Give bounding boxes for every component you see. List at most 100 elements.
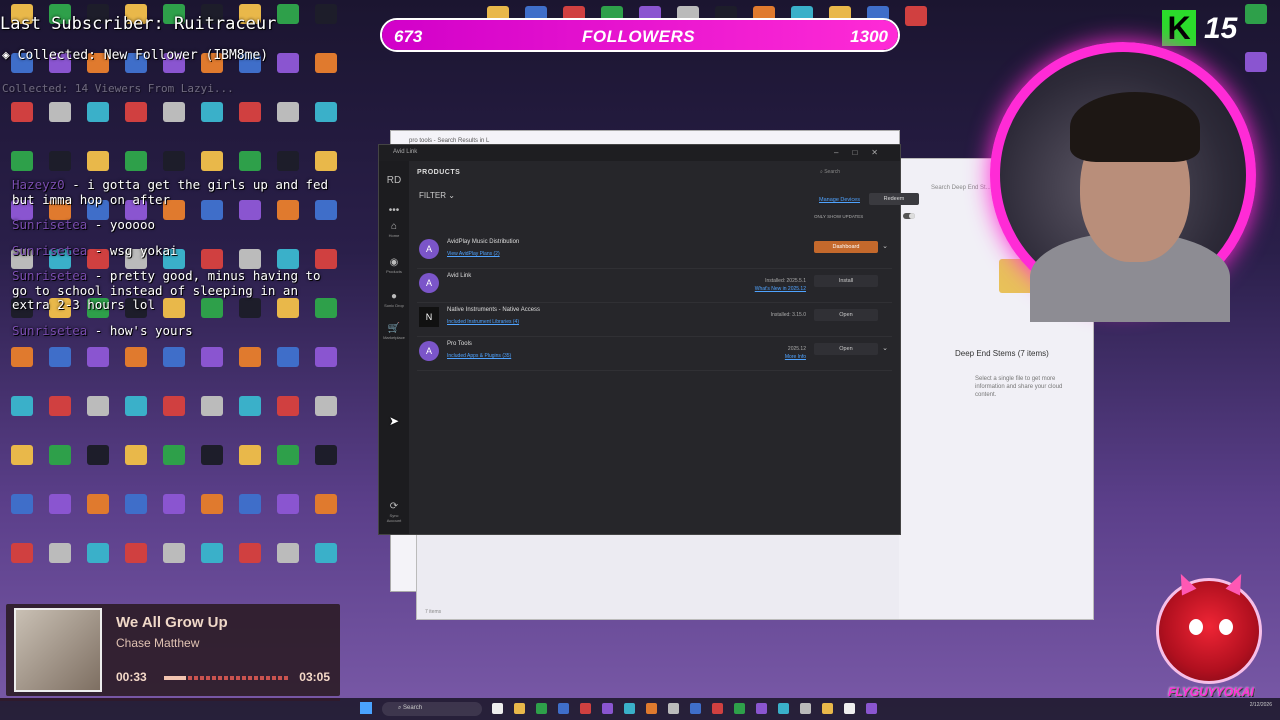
window-controls[interactable]: –□✕ — [834, 148, 892, 157]
rail-item-products[interactable]: ◉ Products — [383, 257, 405, 274]
desktop-shortcut-icon[interactable] — [80, 396, 116, 418]
desktop-shortcut-icon[interactable] — [270, 445, 306, 467]
taskbar-app-icon[interactable] — [866, 703, 877, 714]
taskbar-app-icon[interactable] — [778, 703, 789, 714]
desktop-shortcut-icon[interactable] — [80, 494, 116, 516]
desktop-shortcut-icon[interactable] — [118, 102, 154, 124]
taskbar-app-icon[interactable] — [558, 703, 569, 714]
desktop-shortcut-icon[interactable] — [270, 151, 306, 173]
desktop-shortcut-icon[interactable] — [156, 396, 192, 418]
desktop-shortcut-icon[interactable] — [308, 494, 344, 516]
product-action-button[interactable]: Install — [814, 275, 878, 287]
chevron-down-icon[interactable]: ⌄ — [880, 241, 890, 253]
taskbar-app-icon[interactable] — [712, 703, 723, 714]
filter-dropdown[interactable]: FILTER ⌄ — [419, 191, 455, 200]
desktop-shortcut-icon[interactable] — [4, 445, 40, 467]
desktop-shortcut-icon[interactable] — [156, 347, 192, 369]
desktop-shortcut-icon[interactable] — [194, 543, 230, 565]
taskbar-app-icon[interactable] — [844, 703, 855, 714]
desktop-shortcut-icon[interactable] — [118, 151, 154, 173]
product-link[interactable]: Included Apps & Plugins (35) — [447, 353, 511, 359]
desktop-shortcut-icon[interactable] — [4, 347, 40, 369]
desktop-shortcut-icon[interactable] — [270, 53, 306, 75]
desktop-shortcut-icon[interactable] — [42, 151, 78, 173]
product-info-link[interactable]: What's New in 2025.12 — [755, 286, 806, 292]
taskbar-app-icon[interactable] — [514, 703, 525, 714]
desktop-shortcut-icon[interactable] — [194, 445, 230, 467]
rail-item-cart[interactable]: 🛒 Marketplace — [383, 323, 405, 340]
desktop-shortcut-icon[interactable] — [232, 396, 268, 418]
taskbar-app-icon[interactable] — [800, 703, 811, 714]
taskbar-app-icon[interactable] — [646, 703, 657, 714]
desktop-shortcut-icon[interactable] — [232, 445, 268, 467]
desktop-shortcut-icon[interactable] — [4, 102, 40, 124]
desktop-shortcut-icon[interactable] — [42, 396, 78, 418]
desktop-shortcut-icon[interactable] — [194, 396, 230, 418]
chevron-down-icon[interactable]: ⌄ — [880, 343, 890, 355]
rail-item-sync[interactable]: ⟳ Sync Account — [383, 501, 405, 523]
rail-item-more[interactable]: ••• — [383, 205, 405, 217]
product-action-button[interactable]: Open — [814, 309, 878, 321]
taskbar-app-icon[interactable] — [822, 703, 833, 714]
desktop-shortcut-icon[interactable] — [80, 102, 116, 124]
taskbar-app-icon[interactable] — [756, 703, 767, 714]
desktop-shortcut-icon[interactable] — [42, 102, 78, 124]
desktop-shortcut-icon[interactable] — [80, 445, 116, 467]
taskbar-app-icon[interactable] — [624, 703, 635, 714]
product-action-button[interactable]: Open — [814, 343, 878, 355]
rail-item-sonic-drop[interactable]: ● Sonic Drop — [383, 291, 405, 308]
desktop-shortcut-icon[interactable] — [194, 102, 230, 124]
desktop-shortcut-icon[interactable] — [232, 494, 268, 516]
desktop-shortcut-icon[interactable] — [4, 494, 40, 516]
rail-item-home[interactable]: ⌂ Home — [383, 221, 405, 238]
desktop-shortcut-icon[interactable] — [42, 543, 78, 565]
desktop-shortcut-icon[interactable] — [308, 151, 344, 173]
desktop-shortcut-icon[interactable] — [270, 494, 306, 516]
rail-item-avatar[interactable]: RD — [383, 175, 405, 187]
desktop-shortcut-icon[interactable] — [308, 347, 344, 369]
desktop-shortcut-icon[interactable] — [270, 102, 306, 124]
product-search-input[interactable]: ⌕ Search — [814, 167, 890, 179]
start-icon[interactable] — [360, 702, 372, 714]
desktop-shortcut-icon[interactable] — [270, 396, 306, 418]
desktop-shortcut-icon[interactable] — [270, 347, 306, 369]
desktop-shortcut-icon[interactable] — [308, 445, 344, 467]
desktop-shortcut-icon[interactable] — [194, 347, 230, 369]
taskbar-app-icon[interactable] — [668, 703, 679, 714]
desktop-shortcut-icon[interactable] — [42, 347, 78, 369]
desktop-shortcut-icon[interactable] — [156, 494, 192, 516]
taskbar-search[interactable]: ⌕ Search — [382, 702, 482, 716]
desktop-shortcut-icon[interactable] — [156, 151, 192, 173]
desktop-shortcut-icon[interactable] — [118, 494, 154, 516]
desktop-shortcut-icon[interactable] — [194, 494, 230, 516]
taskbar-app-icon[interactable] — [492, 703, 503, 714]
desktop-shortcut-icon[interactable] — [118, 347, 154, 369]
desktop-shortcut-icon[interactable] — [156, 102, 192, 124]
only-show-updates-toggle[interactable] — [903, 213, 915, 219]
product-link[interactable]: Included Instrument Libraries (4) — [447, 319, 519, 325]
taskbar-app-icon[interactable] — [690, 703, 701, 714]
desktop-shortcut-icon[interactable] — [42, 494, 78, 516]
desktop-shortcut-icon[interactable] — [118, 445, 154, 467]
explorer-search[interactable]: Search Deep End St... — [931, 185, 991, 191]
desktop-shortcut-icon[interactable] — [156, 445, 192, 467]
desktop-shortcut-icon[interactable] — [118, 543, 154, 565]
desktop-shortcut-icon[interactable] — [1238, 52, 1274, 74]
avid-titlebar[interactable]: Avid Link –□✕ — [379, 145, 900, 161]
taskbar-app-icon[interactable] — [734, 703, 745, 714]
desktop-shortcut-icon[interactable] — [270, 543, 306, 565]
desktop-shortcut-icon[interactable] — [194, 151, 230, 173]
manage-devices-link[interactable]: Manage Devices — [819, 197, 860, 203]
desktop-shortcut-icon[interactable] — [4, 151, 40, 173]
redeem-button[interactable]: Redeem — [869, 193, 919, 205]
desktop-shortcut-icon[interactable] — [42, 445, 78, 467]
desktop-shortcut-icon[interactable] — [80, 347, 116, 369]
product-link[interactable]: View AvidPlay Plans (2) — [447, 251, 500, 257]
taskbar-app-icon[interactable] — [536, 703, 547, 714]
desktop-shortcut-icon[interactable] — [80, 151, 116, 173]
desktop-shortcut-icon[interactable] — [898, 6, 934, 28]
desktop-shortcut-icon[interactable] — [232, 543, 268, 565]
desktop-shortcut-icon[interactable] — [118, 396, 154, 418]
system-tray[interactable]: 2/12/2026 — [1250, 702, 1272, 708]
taskbar-app-icon[interactable] — [580, 703, 591, 714]
